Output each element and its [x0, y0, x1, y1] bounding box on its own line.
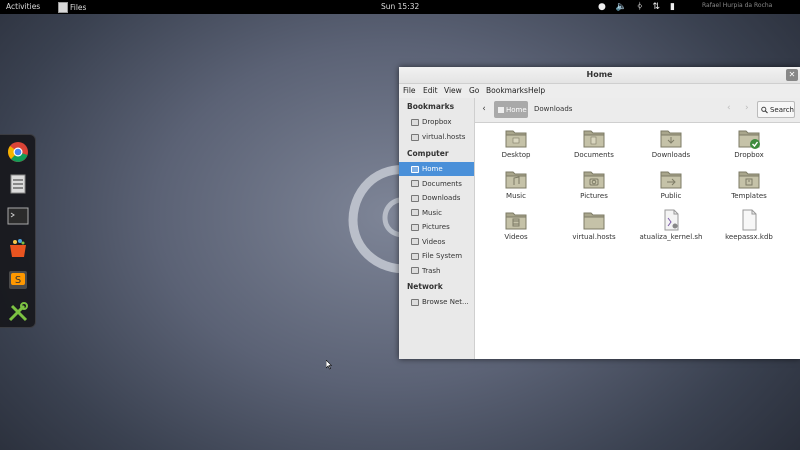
sidebar-item-videos[interactable]: Videos — [399, 235, 474, 249]
app-menu-button[interactable]: Files — [58, 1, 86, 13]
trash-icon — [411, 267, 419, 274]
videos-folder-icon — [505, 212, 527, 230]
search-button[interactable]: Search — [757, 101, 795, 118]
computer-heading: Computer — [407, 149, 449, 158]
folder-icon — [411, 180, 419, 187]
files-app-icon — [58, 1, 68, 13]
next-arrow-icon[interactable]: › — [745, 103, 749, 113]
menu-bookmarks[interactable]: Bookmarks — [486, 86, 528, 95]
back-arrow-icon[interactable]: ‹ — [478, 103, 490, 116]
menu-file[interactable]: File — [403, 86, 416, 95]
file-item-desktop[interactable]: Desktop — [480, 127, 552, 159]
script-file-icon — [664, 209, 679, 231]
home-icon — [411, 165, 419, 173]
file-item-music[interactable]: Music — [480, 168, 552, 200]
dash: S — [0, 134, 36, 328]
file-item-downloads[interactable]: Downloads — [635, 127, 707, 159]
menu-edit[interactable]: Edit — [423, 86, 438, 95]
software-center-icon[interactable] — [7, 237, 29, 259]
sidebar-item-pictures[interactable]: Pictures — [399, 220, 474, 234]
file-grid: Desktop Documents Downloads Dropbox Musi… — [475, 123, 800, 359]
file-item-documents[interactable]: Documents — [558, 127, 630, 159]
public-folder-icon — [660, 171, 682, 189]
sidebar-item-music[interactable]: Music — [399, 206, 474, 220]
volume-icon[interactable]: 🔈 — [616, 1, 627, 13]
top-bar: Activities Files Sun 15:32 ● 🔈 ᛄ ⇅ ▮ Raf… — [0, 0, 800, 14]
menu-bar: File Edit View Go Bookmarks Help — [399, 84, 800, 98]
file-manager-window: Home ✕ File Edit View Go Bookmarks Help … — [399, 67, 800, 359]
file-item-dropbox[interactable]: Dropbox — [713, 127, 785, 159]
breadcrumb-downloads[interactable]: Downloads — [534, 105, 572, 113]
system-tray: ● 🔈 ᛄ ⇅ ▮ — [598, 1, 675, 13]
folder-icon — [411, 238, 419, 245]
folder-icon — [411, 133, 419, 141]
menu-help[interactable]: Help — [528, 86, 545, 95]
breadcrumb-home[interactable]: Home — [494, 101, 528, 118]
network-heading: Network — [407, 282, 443, 291]
file-item-templates[interactable]: Templates — [713, 168, 785, 200]
user-menu[interactable]: Rafael Hurpia da Rocha — [702, 2, 772, 9]
bookmarks-heading: Bookmarks — [407, 102, 455, 111]
dropbox-folder-icon — [738, 130, 760, 149]
file-item-keepassx[interactable]: keepassx.kdb — [713, 209, 785, 241]
battery-icon[interactable]: ▮ — [670, 1, 675, 13]
document-file-icon — [742, 209, 757, 231]
toolbar: ‹ Home Downloads ‹ › Search — [475, 98, 800, 123]
bluetooth-icon[interactable]: ᛄ — [637, 1, 642, 13]
music-folder-icon — [505, 171, 527, 189]
sublime-text-icon[interactable]: S — [7, 269, 29, 291]
folder-icon — [411, 118, 419, 126]
sidebar-item-documents[interactable]: Documents — [399, 177, 474, 191]
terminal-icon[interactable] — [7, 205, 29, 227]
templates-folder-icon — [738, 171, 760, 189]
sidebar-item-dropbox[interactable]: Dropbox — [399, 115, 474, 129]
sidebar-item-browse-network[interactable]: Browse Net... — [399, 295, 474, 309]
folder-icon — [583, 212, 605, 230]
menu-go[interactable]: Go — [469, 86, 479, 95]
app-menu-label: Files — [70, 2, 87, 12]
folder-icon — [411, 209, 419, 216]
pictures-folder-icon — [583, 171, 605, 189]
activities-button[interactable]: Activities — [6, 2, 40, 11]
documents-folder-icon — [583, 130, 605, 148]
desktop-folder-icon — [505, 130, 527, 148]
sidebar-item-trash[interactable]: Trash — [399, 264, 474, 278]
sidebar-item-virtual-hosts[interactable]: virtual.hosts — [399, 130, 474, 144]
file-item-public[interactable]: Public — [635, 168, 707, 200]
scratchbox-icon[interactable] — [7, 301, 29, 323]
file-item-atualiza-kernel[interactable]: atualiza_kernel.sh — [635, 209, 707, 241]
folder-icon — [411, 223, 419, 231]
downloads-folder-icon — [660, 130, 682, 148]
sidebar-item-home[interactable]: Home — [399, 162, 474, 176]
file-item-pictures[interactable]: Pictures — [558, 168, 630, 200]
drive-icon — [411, 252, 419, 260]
sidebar-item-file-system[interactable]: File System — [399, 249, 474, 263]
file-item-videos[interactable]: Videos — [480, 209, 552, 241]
accessibility-icon[interactable]: ● — [598, 1, 606, 13]
network-icon — [411, 298, 419, 306]
chrome-icon[interactable] — [7, 141, 29, 163]
prev-arrow-icon[interactable]: ‹ — [727, 103, 731, 113]
window-title: Home — [586, 70, 613, 79]
file-item-virtual-hosts[interactable]: virtual.hosts — [558, 209, 630, 241]
sidebar-item-downloads[interactable]: Downloads — [399, 191, 474, 205]
mouse-cursor-icon — [326, 360, 332, 370]
menu-view[interactable]: View — [444, 86, 462, 95]
close-icon[interactable]: ✕ — [786, 69, 798, 81]
folder-icon — [411, 194, 419, 202]
places-sidebar: Bookmarks Dropbox virtual.hosts Computer… — [399, 98, 475, 359]
home-icon — [498, 106, 504, 113]
search-icon — [761, 106, 768, 113]
network-icon[interactable]: ⇅ — [652, 1, 660, 13]
title-bar[interactable]: Home ✕ — [399, 67, 800, 84]
clock[interactable]: Sun 15:32 — [381, 2, 419, 11]
svg-text:S: S — [15, 275, 21, 286]
files-icon[interactable] — [7, 173, 29, 195]
